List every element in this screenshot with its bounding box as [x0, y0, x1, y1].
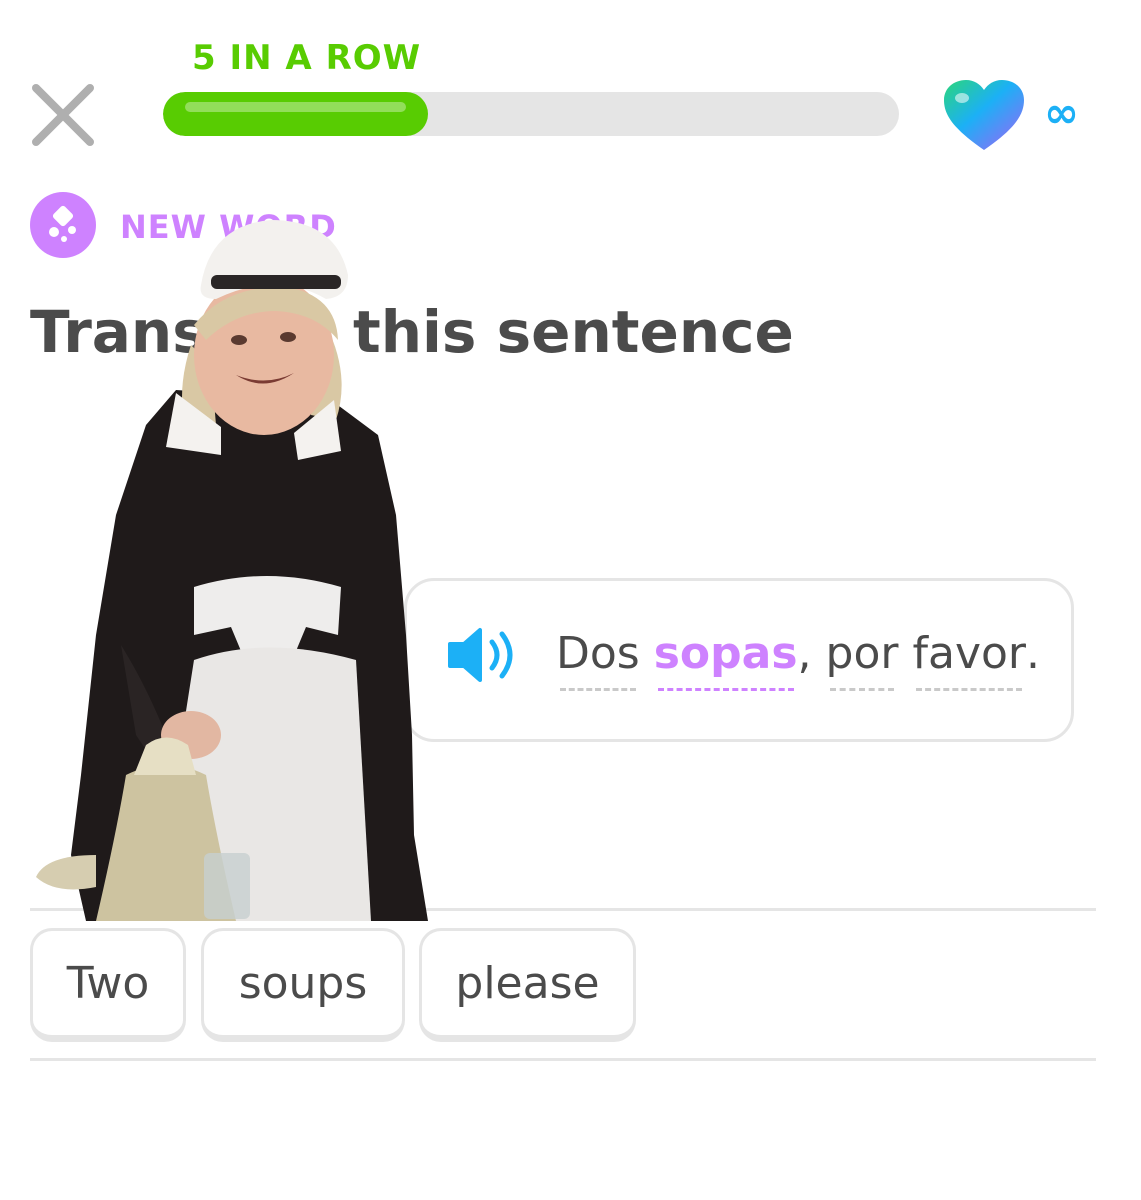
close-icon[interactable]: [30, 82, 96, 148]
progress-fill: [163, 92, 428, 136]
lives-count: ∞: [1044, 88, 1079, 137]
period: .: [1026, 628, 1040, 679]
streak-label: 5 IN A ROW: [192, 38, 422, 78]
comma: ,: [797, 628, 812, 679]
word-token[interactable]: por: [826, 628, 898, 691]
new-word-token[interactable]: sopas: [654, 628, 798, 691]
answer-chip[interactable]: soups: [201, 928, 405, 1042]
answer-line-bottom: [30, 1058, 1096, 1061]
answer-chip[interactable]: Two: [30, 928, 186, 1042]
sentence-text: Dos sopas, por favor.: [556, 628, 1040, 691]
maid-cutout-image: [36, 220, 428, 921]
progress-shine: [185, 102, 406, 112]
word-token[interactable]: Dos: [556, 628, 640, 691]
answer-chip[interactable]: please: [419, 928, 636, 1042]
heart-icon[interactable]: [942, 80, 1026, 152]
word-token[interactable]: favor: [912, 628, 1026, 691]
speaker-icon[interactable]: [446, 624, 524, 686]
progress-bar: [163, 92, 899, 136]
